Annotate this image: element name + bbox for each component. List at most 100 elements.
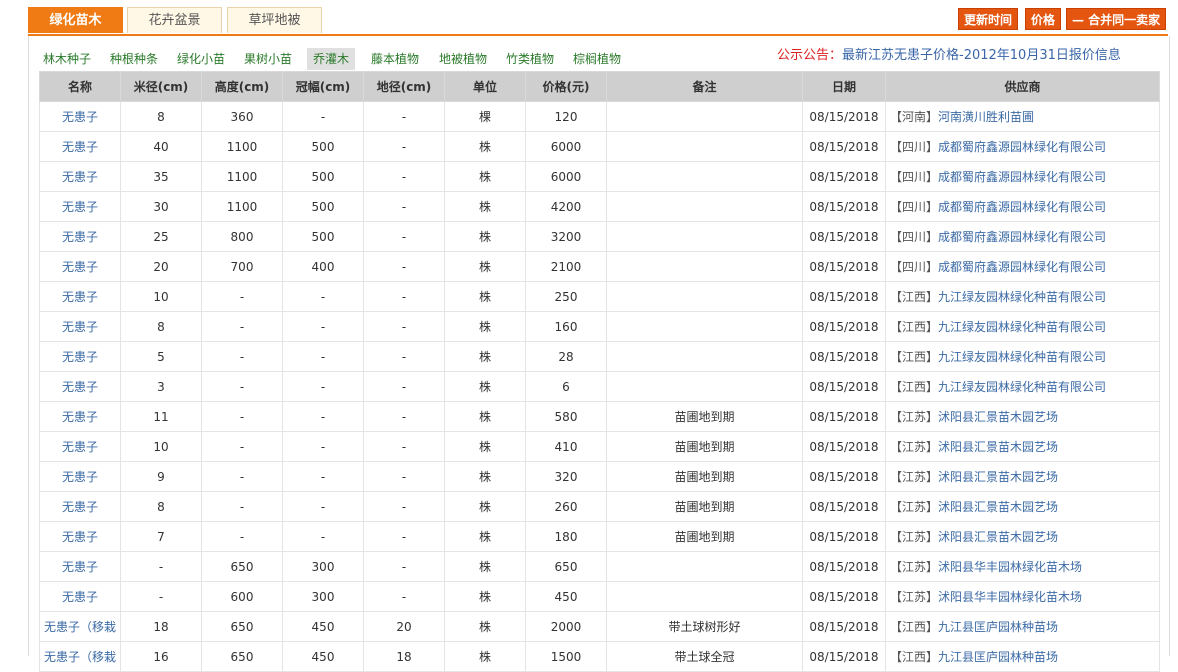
crown-cell: 450: [282, 641, 364, 672]
supplier-link[interactable]: 沭阳县汇景苗木园艺场: [938, 410, 1058, 424]
subnav-item[interactable]: 地被植物: [433, 48, 493, 70]
supplier-cell: 【江西】九江绿友园林绿化种苗有限公司: [885, 281, 1160, 312]
col-header[interactable]: 单位: [444, 71, 526, 102]
note-cell: [606, 251, 803, 282]
price-cell: 6000: [525, 161, 607, 192]
date-cell: 08/15/2018: [802, 551, 886, 582]
date-cell: 08/15/2018: [802, 281, 886, 312]
supplier-link[interactable]: 九江绿友园林绿化种苗有限公司: [938, 320, 1106, 334]
col-header[interactable]: 日期: [802, 71, 886, 102]
product-name-cell[interactable]: 无患子（移栽: [39, 611, 121, 642]
subnav-item[interactable]: 种根种条: [104, 48, 164, 70]
tab-green-seedlings[interactable]: 绿化苗木: [28, 7, 123, 33]
col-header[interactable]: 地径(cm): [363, 71, 445, 102]
diameter-cell: 25: [120, 221, 202, 252]
ground-diameter-cell: -: [363, 251, 445, 282]
supplier-cell: 【四川】成都蜀府鑫源园林绿化有限公司: [885, 191, 1160, 222]
supplier-link[interactable]: 九江绿友园林绿化种苗有限公司: [938, 290, 1106, 304]
subnav-item[interactable]: 绿化小苗: [171, 48, 231, 70]
col-header[interactable]: 备注: [606, 71, 803, 102]
supplier-link[interactable]: 九江绿友园林绿化种苗有限公司: [938, 380, 1106, 394]
unit-cell: 株: [444, 191, 526, 222]
tab-lawn-groundcover[interactable]: 草坪地被: [227, 7, 322, 33]
notice-text[interactable]: 最新江苏无患子价格-2012年10月31日报价信息: [842, 48, 1121, 63]
subnav-item[interactable]: 果树小苗: [238, 48, 298, 70]
price-cell: 410: [525, 431, 607, 462]
col-header[interactable]: 冠幅(cm): [282, 71, 364, 102]
supplier-link[interactable]: 河南潢川胜利苗圃: [938, 110, 1034, 124]
subnav-item[interactable]: 林木种子: [37, 48, 97, 70]
product-name-cell[interactable]: 无患子: [39, 581, 121, 612]
note-cell: [606, 581, 803, 612]
product-name-cell[interactable]: 无患子（移栽: [39, 641, 121, 672]
note-cell: [606, 191, 803, 222]
supplier-link[interactable]: 成都蜀府鑫源园林绿化有限公司: [938, 170, 1106, 184]
product-name-cell[interactable]: 无患子: [39, 401, 121, 432]
product-name-cell[interactable]: 无患子: [39, 281, 121, 312]
product-name-cell[interactable]: 无患子: [39, 251, 121, 282]
product-name-cell[interactable]: 无患子: [39, 311, 121, 342]
price-button[interactable]: 价格: [1025, 8, 1062, 30]
subnav-item[interactable]: 棕榈植物: [567, 48, 627, 70]
diameter-cell: -: [120, 551, 202, 582]
top-tab-bar: 绿化苗木 花卉盆景 草坪地被 更新时间 价格 — 合并同一卖家: [28, 6, 1168, 36]
supplier-link[interactable]: 九江县匡庐园林种苗场: [938, 620, 1058, 634]
col-header[interactable]: 供应商: [885, 71, 1160, 102]
supplier-link[interactable]: 成都蜀府鑫源园林绿化有限公司: [938, 260, 1106, 274]
subnav-item-active[interactable]: 乔灌木: [307, 48, 356, 70]
diameter-cell: 8: [120, 491, 202, 522]
product-name-cell[interactable]: 无患子: [39, 101, 121, 132]
update-time-button[interactable]: 更新时间: [958, 8, 1019, 30]
unit-cell: 株: [444, 611, 526, 642]
product-name-cell[interactable]: 无患子: [39, 191, 121, 222]
supplier-link[interactable]: 沭阳县华丰园林绿化苗木场: [938, 590, 1082, 604]
col-header[interactable]: 价格(元): [525, 71, 607, 102]
supplier-cell: 【江苏】沭阳县汇景苗木园艺场: [885, 491, 1160, 522]
product-name-cell[interactable]: 无患子: [39, 521, 121, 552]
notice-banner[interactable]: 公示公告：最新江苏无患子价格-2012年10月31日报价信息: [777, 44, 1121, 63]
supplier-link[interactable]: 九江绿友园林绿化种苗有限公司: [938, 350, 1106, 364]
price-cell: 580: [525, 401, 607, 432]
product-name-cell[interactable]: 无患子: [39, 131, 121, 162]
subnav-item[interactable]: 竹类植物: [500, 48, 560, 70]
product-name-cell[interactable]: 无患子: [39, 161, 121, 192]
crown-cell: -: [282, 491, 364, 522]
supplier-link[interactable]: 沭阳县华丰园林绿化苗木场: [938, 560, 1082, 574]
supplier-link[interactable]: 沭阳县汇景苗木园艺场: [938, 530, 1058, 544]
product-name-cell[interactable]: 无患子: [39, 431, 121, 462]
product-name-cell[interactable]: 无患子: [39, 551, 121, 582]
crown-cell: 500: [282, 191, 364, 222]
supplier-link[interactable]: 沭阳县汇景苗木园艺场: [938, 470, 1058, 484]
table-row: 无患子 7- - - 株 180 苗圃地到期 08/15/2018 【江苏】沭阳县汇景苗木园艺场: [39, 521, 1160, 552]
merge-seller-button[interactable]: — 合并同一卖家: [1066, 8, 1167, 30]
product-name-cell[interactable]: 无患子: [39, 491, 121, 522]
unit-cell: 株: [444, 161, 526, 192]
subnav-item[interactable]: 藤本植物: [365, 48, 425, 70]
supplier-link[interactable]: 沭阳县汇景苗木园艺场: [938, 440, 1058, 454]
date-cell: 08/15/2018: [802, 101, 886, 132]
supplier-link[interactable]: 成都蜀府鑫源园林绿化有限公司: [938, 140, 1106, 154]
supplier-link[interactable]: 成都蜀府鑫源园林绿化有限公司: [938, 230, 1106, 244]
product-name-cell[interactable]: 无患子: [39, 341, 121, 372]
supplier-link[interactable]: 九江县匡庐园林种苗场: [938, 650, 1058, 664]
diameter-cell: 9: [120, 461, 202, 492]
col-header[interactable]: 高度(cm): [201, 71, 283, 102]
col-header[interactable]: 名称: [39, 71, 121, 102]
supplier-link[interactable]: 沭阳县汇景苗木园艺场: [938, 500, 1058, 514]
supplier-cell: 【江苏】沭阳县汇景苗木园艺场: [885, 461, 1160, 492]
ground-diameter-cell: -: [363, 581, 445, 612]
product-name-cell[interactable]: 无患子: [39, 221, 121, 252]
note-cell: [606, 101, 803, 132]
table-row: 无患子 10- - - 株 410 苗圃地到期 08/15/2018 【江苏】沭阳县汇景苗木园艺…: [39, 431, 1160, 462]
product-name-cell[interactable]: 无患子: [39, 461, 121, 492]
col-header[interactable]: 米径(cm): [120, 71, 202, 102]
tab-flowers-bonsai[interactable]: 花卉盆景: [127, 7, 222, 33]
height-cell: 1100: [201, 191, 283, 222]
supplier-link[interactable]: 成都蜀府鑫源园林绿化有限公司: [938, 200, 1106, 214]
product-name-cell[interactable]: 无患子: [39, 371, 121, 402]
ground-diameter-cell: -: [363, 221, 445, 252]
ground-diameter-cell: -: [363, 401, 445, 432]
height-cell: -: [201, 311, 283, 342]
height-cell: 600: [201, 581, 283, 612]
table-row: 无患子 30 1100 500- 株 4200 08/15/2018 【四川】成都蜀府鑫源园林…: [39, 191, 1160, 222]
